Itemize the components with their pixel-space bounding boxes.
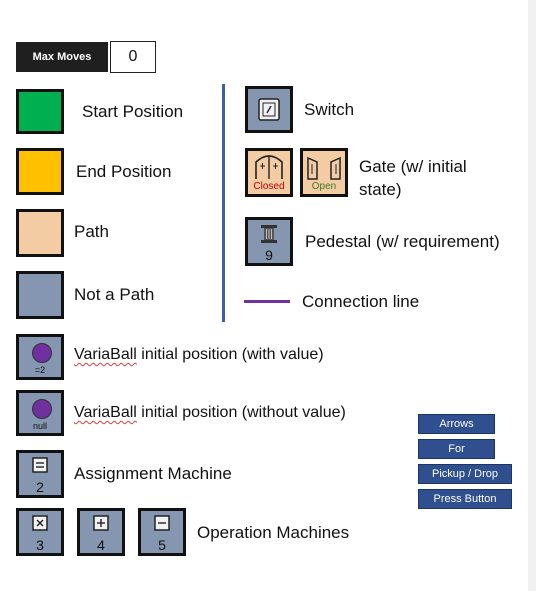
- varaball-without-value-rest: initial position (without value): [136, 404, 346, 421]
- divider-line: [222, 84, 225, 322]
- connection-line-sample: [244, 300, 290, 303]
- switch-icon: [258, 98, 280, 121]
- pedestal-label: Pedestal (w/ requirement): [305, 232, 500, 251]
- multiply-icon: [32, 515, 48, 531]
- assignment-machine-tile: 2: [16, 450, 64, 498]
- for-button[interactable]: For: [418, 439, 495, 459]
- max-moves-label: Max Moves: [16, 42, 108, 72]
- varaball-with-value-tile: =2: [16, 334, 64, 380]
- gate-open-tile: Open: [300, 148, 348, 197]
- operation-multiply-value: 3: [36, 537, 44, 553]
- operation-machines-label: Operation Machines: [197, 523, 350, 542]
- connection-line-label: Connection line: [302, 292, 420, 311]
- gate-open-icon: [307, 156, 341, 180]
- operation-multiply-tile: 3: [16, 508, 64, 556]
- gate-open-text: Open: [311, 181, 337, 192]
- start-label: Start Position: [82, 102, 184, 121]
- plus-icon: [93, 515, 109, 531]
- varaball-with-value-label: VariaBall initial position (with value): [74, 346, 324, 364]
- not-path-label: Not a Path: [74, 285, 155, 304]
- press-button-button[interactable]: Press Button: [418, 489, 512, 509]
- gate-closed-tile: Closed: [245, 148, 293, 197]
- operation-subtract-value: 5: [158, 537, 166, 553]
- varaball-word: VariaBall: [74, 404, 137, 421]
- assignment-icon: [32, 457, 48, 473]
- gate-closed-icon: [255, 155, 283, 179]
- arrows-button[interactable]: Arrows: [418, 414, 495, 434]
- pedestal-tile: 9: [245, 217, 293, 266]
- max-moves-field[interactable]: 0: [110, 41, 156, 73]
- varaball-null-tag: null: [32, 421, 47, 431]
- operation-add-tile: 4: [77, 508, 125, 556]
- gate-label-line1: Gate (w/ initial: [359, 157, 467, 176]
- path-label: Path: [74, 222, 109, 241]
- varaball-word: VariaBall: [74, 346, 137, 363]
- varaball-icon: [32, 343, 52, 363]
- operation-add-value: 4: [97, 537, 105, 553]
- assignment-machine-label: Assignment Machine: [74, 464, 232, 483]
- varaball-without-value-tile: null: [16, 390, 64, 436]
- pedestal-icon: [261, 225, 277, 243]
- start-swatch: [16, 89, 64, 134]
- assignment-value: 2: [36, 479, 44, 495]
- pedestal-requirement: 9: [265, 247, 273, 263]
- varaball-icon: [32, 399, 52, 419]
- end-label: End Position: [76, 162, 172, 181]
- right-edge-strip: [528, 0, 536, 591]
- gate-label-line2: state): [359, 180, 402, 199]
- not-path-swatch: [16, 271, 64, 319]
- end-swatch: [16, 148, 64, 195]
- operation-subtract-tile: 5: [138, 508, 186, 556]
- varaball-with-value-rest: initial position (with value): [136, 346, 324, 363]
- path-swatch: [16, 209, 64, 257]
- varaball-value-tag: =2: [34, 365, 46, 375]
- switch-label: Switch: [304, 100, 355, 119]
- gate-closed-text: Closed: [253, 181, 285, 192]
- varaball-without-value-label: VariaBall initial position (without valu…: [74, 404, 346, 422]
- minus-icon: [154, 515, 170, 531]
- switch-tile: [245, 86, 293, 133]
- pickup-drop-button[interactable]: Pickup / Drop: [418, 464, 512, 484]
